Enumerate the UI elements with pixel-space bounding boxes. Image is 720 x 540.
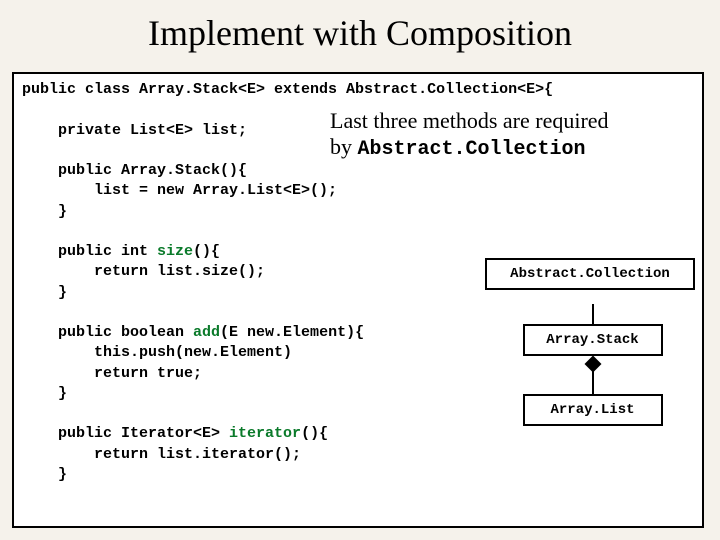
page-title: Implement with Composition xyxy=(0,0,720,62)
uml-abstract-collection: Abstract.Collection xyxy=(485,258,695,290)
callout-line1: Last three methods are required xyxy=(330,108,609,133)
uml-array-list: Array.List xyxy=(523,394,663,426)
callout-line2-pre: by xyxy=(330,134,358,159)
triangle-up-icon xyxy=(585,292,601,304)
uml-line xyxy=(592,370,594,394)
uml-inheritance-arrow xyxy=(485,290,700,324)
uml-array-stack: Array.Stack xyxy=(523,324,663,356)
callout-note: Last three methods are required by Abstr… xyxy=(330,108,670,162)
uml-line xyxy=(592,304,594,324)
callout-line2-mono: Abstract.Collection xyxy=(358,138,586,161)
uml-composition-arrow xyxy=(485,356,700,394)
diamond-icon xyxy=(584,356,601,373)
uml-diagram: Abstract.Collection Array.Stack Array.Li… xyxy=(485,258,700,426)
